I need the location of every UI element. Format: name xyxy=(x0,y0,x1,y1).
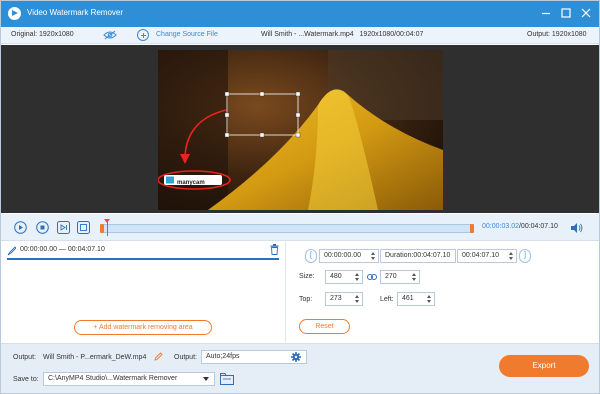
save-path-value: C:\AnyMP4 Studio\...Watermark Remover xyxy=(48,375,178,382)
link-icon[interactable] xyxy=(367,273,377,283)
watermark-text: manycam xyxy=(177,180,205,186)
area-list-panel: 00:00:00.00 — 00:04:07.10 + Add watermar… xyxy=(1,242,285,342)
current-time: 00:00:03.02 xyxy=(482,223,519,230)
output-format-value: Auto;24fps xyxy=(206,353,240,360)
reset-button[interactable]: Reset xyxy=(299,319,350,334)
save-to-label: Save to: xyxy=(13,376,39,383)
output-resolution: Output: 1920x1080 xyxy=(527,31,587,38)
bottom-bar: Output: Will Smith - P...ermark_DeW.mp4 … xyxy=(1,343,599,393)
area-time-range: 00:00:00.00 — 00:04:07.10 xyxy=(20,246,105,253)
output-format-label: Output: xyxy=(174,354,197,361)
output-format-field[interactable]: Auto;24fps xyxy=(201,350,307,364)
width-field[interactable]: 480 xyxy=(325,270,363,284)
end-time-field[interactable]: 00:04:07.10 xyxy=(457,249,517,263)
spin-arrows-icon[interactable] xyxy=(355,294,360,304)
trash-icon[interactable] xyxy=(270,244,279,257)
add-watermark-area-button[interactable]: + Add watermark removing area xyxy=(74,320,212,335)
timeline-start-handle[interactable] xyxy=(100,224,104,233)
info-bar: Original: 1920x1080 Change Source File W… xyxy=(1,27,599,44)
start-time-field[interactable]: 00:00:00.00 xyxy=(319,249,379,263)
duration-value: Duration:00:04:07.10 xyxy=(385,252,451,259)
spin-arrows-icon[interactable] xyxy=(427,294,432,304)
width-value: 480 xyxy=(330,273,342,280)
top-value: 273 xyxy=(330,295,342,302)
save-path-field[interactable]: C:\AnyMP4 Studio\...Watermark Remover xyxy=(43,372,215,386)
top-field[interactable]: 273 xyxy=(325,292,363,306)
panel-divider xyxy=(285,242,286,342)
height-field[interactable]: 270 xyxy=(380,270,420,284)
spin-arrows-icon[interactable] xyxy=(509,251,514,261)
edit-icon[interactable] xyxy=(154,352,163,363)
next-frame-icon[interactable] xyxy=(57,221,70,234)
eye-off-icon[interactable] xyxy=(103,30,117,40)
top-label: Top: xyxy=(299,296,313,303)
brush-icon xyxy=(7,246,17,258)
left-value: 461 xyxy=(402,295,414,302)
area-list-item[interactable]: 00:00:00.00 — 00:04:07.10 xyxy=(7,242,279,260)
timeline-end-handle[interactable] xyxy=(470,224,474,233)
spin-arrows-icon[interactable] xyxy=(355,272,360,282)
close-icon[interactable] xyxy=(579,6,593,20)
video-frame[interactable]: manycam xyxy=(158,50,443,210)
end-time-value: 00:04:07.10 xyxy=(462,252,499,259)
preview-area: manycam xyxy=(1,45,599,213)
play-icon[interactable] xyxy=(14,221,27,234)
export-button[interactable]: Export xyxy=(499,355,589,377)
output-filename: Will Smith - P...ermark_DeW.mp4 xyxy=(43,354,147,361)
maximize-icon[interactable] xyxy=(559,6,573,20)
chevron-down-icon[interactable] xyxy=(203,377,209,381)
playhead[interactable] xyxy=(104,219,110,236)
window-title: Video Watermark Remover xyxy=(27,8,124,17)
original-resolution: Original: 1920x1080 xyxy=(11,31,74,38)
app-logo-icon xyxy=(8,7,21,20)
set-end-icon[interactable]: ] xyxy=(519,249,531,263)
total-time: /00:04:07.10 xyxy=(518,223,558,230)
left-label: Left: xyxy=(380,296,394,303)
minimize-icon[interactable] xyxy=(539,6,553,20)
change-source-button[interactable]: Change Source File xyxy=(156,31,218,38)
height-value: 270 xyxy=(385,273,397,280)
folder-icon[interactable] xyxy=(220,373,234,387)
settings-gear-icon[interactable] xyxy=(291,352,301,367)
spin-arrows-icon[interactable] xyxy=(412,272,417,282)
timeline-track[interactable] xyxy=(100,219,474,236)
left-field[interactable]: 461 xyxy=(397,292,435,306)
plus-icon: + xyxy=(93,324,98,331)
add-area-label: Add watermark removing area xyxy=(98,324,193,331)
add-source-icon[interactable] xyxy=(137,29,149,41)
file-info: Will Smith - ...Watermark.mp4 1920x1080/… xyxy=(261,31,424,38)
app-window: Video Watermark Remover Original: 1920x1… xyxy=(0,0,600,394)
duration-field[interactable]: Duration:00:04:07.10 xyxy=(380,249,456,263)
size-label: Size: xyxy=(299,273,315,280)
time-display: 00:00:03.02/00:04:07.10 xyxy=(482,223,558,230)
start-time-value: 00:00:00.00 xyxy=(324,252,361,259)
title-bar: Video Watermark Remover xyxy=(1,1,599,27)
spin-arrows-icon[interactable] xyxy=(371,251,376,261)
output-label: Output: xyxy=(13,354,36,361)
stop-icon[interactable] xyxy=(36,221,49,234)
snapshot-icon[interactable] xyxy=(77,221,90,234)
playback-controls: 00:00:03.02/00:04:07.10 xyxy=(1,214,599,241)
set-start-icon[interactable]: [ xyxy=(305,249,317,263)
volume-icon[interactable] xyxy=(570,222,583,235)
